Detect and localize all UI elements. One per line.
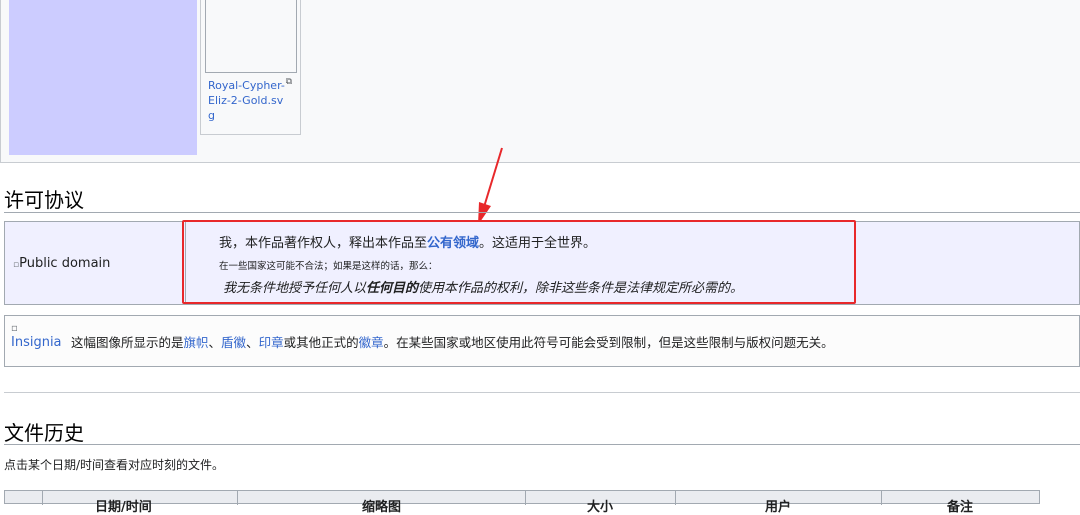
insignia-alt: Insignia (11, 335, 62, 350)
column-header-comment: 备注 (947, 500, 974, 515)
separator: 、 (246, 335, 259, 350)
column-header-user: 用户 (765, 500, 792, 515)
license-note: 在一些国家这可能不合法；如果是这样的话，那么： (219, 261, 438, 272)
color-block (9, 0, 197, 155)
history-heading: 文件历史 (4, 421, 84, 445)
coat-of-arms-link[interactable]: 盾徽 (221, 335, 246, 350)
license-text: 我，本作品著作权人，释出本作品至 (219, 236, 428, 251)
section-divider (4, 392, 1080, 393)
insignia-notice: 这幅图像所显示的是旗帜、盾徽、印章或其他正式的徽章。在某些国家或地区使用此符号可… (71, 332, 834, 351)
heading-divider (4, 212, 1080, 213)
grant-text: 我无条件地授予任何人以 (223, 281, 367, 296)
annotation-arrow (478, 147, 503, 225)
insignia-image[interactable]: ▫ Insignia (11, 322, 62, 350)
seal-link[interactable]: 印章 (259, 335, 284, 350)
heading-divider (4, 444, 1080, 445)
grant-text-suffix: 使用本作品的权利，除非这些条件是法律规定所必需的。 (418, 281, 744, 296)
public-domain-alt: Public domain (19, 256, 111, 271)
flag-link[interactable]: 旗帜 (184, 335, 209, 350)
license-heading: 许可协议 (4, 188, 84, 212)
license-text-suffix: 。这适用于全世界。 (479, 236, 597, 251)
enlarge-icon[interactable]: ⧉ (286, 77, 292, 87)
notice-text: 。在某些国家或地区使用此符号可能会受到限制，但是这些限制与版权问题无关。 (383, 335, 834, 350)
column-header-size: 大小 (587, 500, 614, 515)
column-header-thumbnail: 缩略图 (362, 500, 402, 515)
public-domain-link[interactable]: 公有领域 (427, 236, 479, 251)
public-domain-image[interactable]: ▫Public domain (13, 256, 110, 271)
column-header-datetime: 日期/时间 (95, 500, 152, 515)
history-table-header: 日期/时间 缩略图 大小 用户 备注 (4, 490, 1040, 515)
gallery-item[interactable]: Royal-Cypher-Eliz-2-Gold.svg ⧉ (200, 0, 301, 135)
grant-bold-text: 任何目的 (366, 281, 419, 296)
license-divider (185, 222, 186, 304)
thumbnail-image[interactable] (205, 0, 297, 73)
emblem-link[interactable]: 徽章 (359, 335, 384, 350)
gallery-strip: Royal-Cypher-Eliz-2-Gold.svg ⧉ (0, 0, 1080, 163)
broken-image-icon: ▫ (11, 323, 18, 334)
insignia-box: ▫ Insignia 这幅图像所显示的是旗帜、盾徽、印章或其他正式的徽章。在某些… (4, 315, 1080, 367)
license-grant: 我无条件地授予任何人以任何目的使用本作品的权利，除非这些条件是法律规定所必需的。 (223, 277, 743, 296)
notice-text: 或其他正式的 (283, 335, 359, 350)
license-box: ▫Public domain 我，本作品著作权人，释出本作品至公有领域。这适用于… (4, 221, 1080, 305)
history-hint: 点击某个日期/时间查看对应时刻的文件。 (4, 458, 225, 472)
separator: 、 (208, 335, 222, 350)
notice-text: 这幅图像所显示的是 (71, 335, 184, 350)
thumbnail-caption-link[interactable]: Royal-Cypher-Eliz-2-Gold.svg (208, 78, 286, 123)
license-statement: 我，本作品著作权人，释出本作品至公有领域。这适用于全世界。 (219, 232, 596, 251)
